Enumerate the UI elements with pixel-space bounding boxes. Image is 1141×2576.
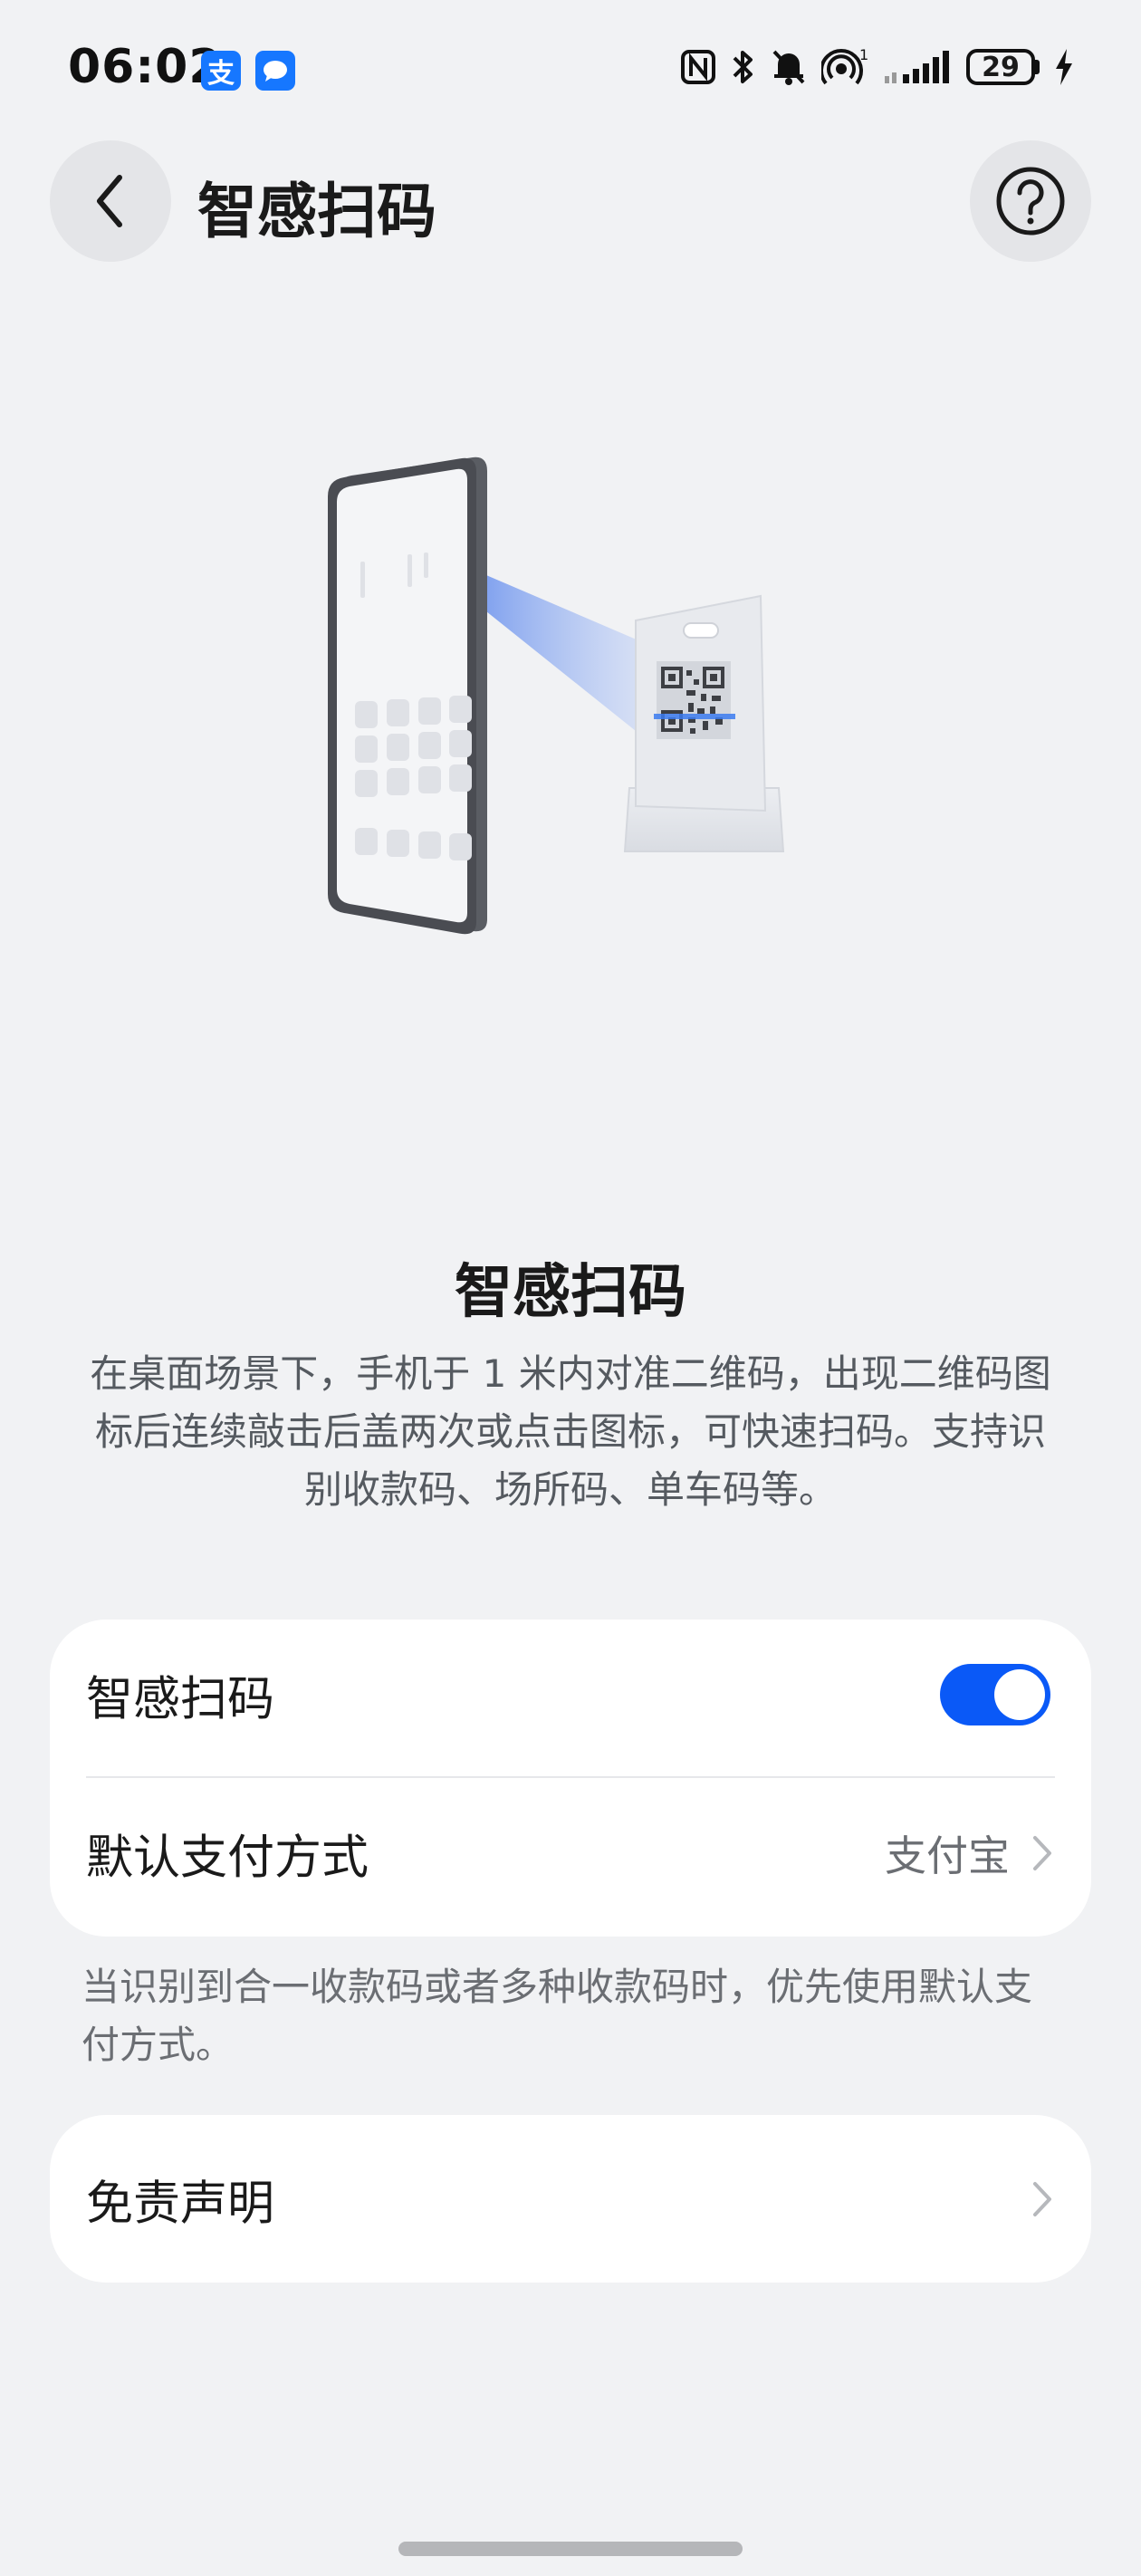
status-icons: 1 29 bbox=[680, 47, 1074, 87]
alipay-notification-icon: 支 bbox=[201, 51, 241, 91]
question-circle-icon bbox=[996, 167, 1065, 235]
feature-title: 智感扫码 bbox=[455, 1259, 686, 1326]
chevron-left-icon bbox=[97, 175, 122, 227]
payment-note: 当识别到合一收款码或者多种收款码时，优先使用默认支付方式。 bbox=[82, 1965, 1033, 2067]
phone-graphic bbox=[328, 457, 487, 935]
toggle-knob bbox=[994, 1668, 1045, 1720]
hotspot-icon: 1 bbox=[821, 47, 868, 85]
smart-scan-toggle[interactable] bbox=[940, 1663, 1050, 1725]
default-payment-value: 支付宝 bbox=[885, 1831, 1010, 1880]
status-time: 06:02 bbox=[68, 40, 223, 94]
smart-scan-label: 智感扫码 bbox=[86, 1672, 275, 1726]
settings-card: 智感扫码 默认支付方式 支付宝 bbox=[50, 1620, 1091, 1937]
disclaimer-label: 免责声明 bbox=[86, 2177, 275, 2231]
disclaimer-row[interactable]: 免责声明 bbox=[50, 2115, 1091, 2283]
scan-illustration bbox=[328, 457, 785, 935]
battery-level: 29 bbox=[966, 49, 1035, 85]
message-notification-icon bbox=[255, 51, 295, 91]
default-payment-label: 默认支付方式 bbox=[86, 1831, 369, 1885]
status-bar: 06:02 支 1 29 bbox=[0, 0, 1141, 136]
mute-bell-icon bbox=[772, 50, 805, 85]
page-title: 智感扫码 bbox=[197, 177, 436, 246]
bluetooth-icon bbox=[733, 51, 753, 83]
back-button[interactable] bbox=[50, 140, 171, 262]
signal-icon bbox=[885, 51, 949, 83]
svg-text:1: 1 bbox=[859, 47, 868, 63]
default-payment-row[interactable]: 默认支付方式 支付宝 bbox=[50, 1778, 1091, 1927]
qr-code-graphic bbox=[654, 661, 735, 739]
nfc-icon bbox=[681, 50, 715, 84]
chevron-right-icon bbox=[1033, 2181, 1051, 2216]
chevron-right-icon bbox=[1033, 1835, 1051, 1870]
feature-description: 在桌面场景下，手机于 1 米内对准二维码，出现二维码图标后连续敲击后盖两次或点击… bbox=[90, 1351, 1051, 1512]
smart-scan-row[interactable]: 智感扫码 bbox=[50, 1620, 1091, 1769]
charging-icon bbox=[1056, 49, 1072, 85]
help-button[interactable] bbox=[970, 140, 1091, 262]
battery-icon: 29 bbox=[966, 49, 1040, 85]
disclaimer-row-inner: 免责声明 bbox=[50, 2124, 1091, 2273]
home-indicator[interactable] bbox=[398, 2542, 743, 2556]
